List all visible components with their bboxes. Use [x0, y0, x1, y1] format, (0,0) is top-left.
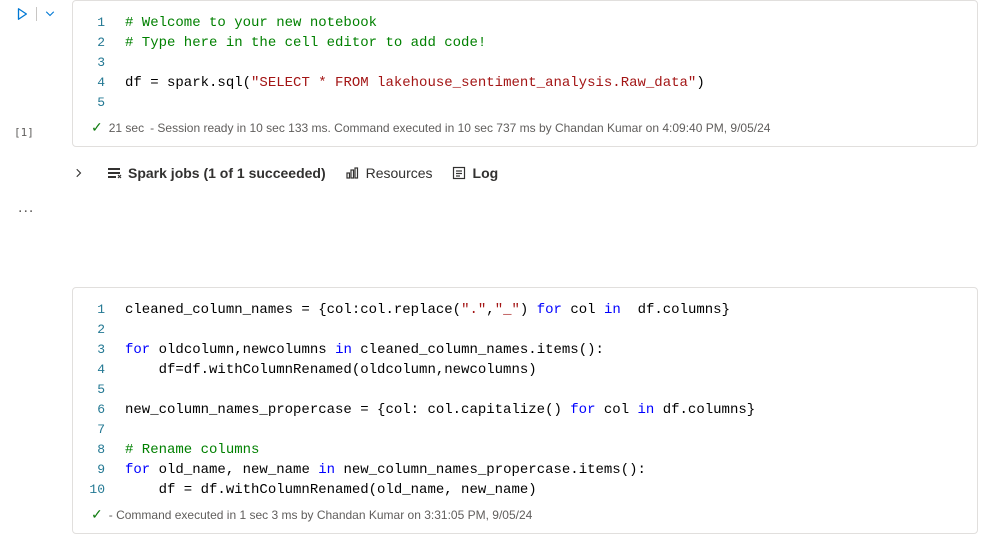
cell-1-status: ✓ 21 sec - Session ready in 10 sec 133 m… — [73, 117, 977, 136]
spark-jobs-section[interactable]: Spark jobs (1 of 1 succeeded) — [106, 165, 326, 181]
cell-2-status: ✓ - Command executed in 1 sec 3 ms by Ch… — [73, 504, 977, 523]
code-line: 7 — [73, 420, 961, 440]
code-content[interactable] — [125, 53, 133, 73]
line-number: 8 — [73, 440, 125, 460]
code-content[interactable]: df=df.withColumnRenamed(oldcolumn,newcol… — [125, 360, 537, 380]
more-cells-indicator[interactable]: ... — [0, 199, 1008, 217]
code-line: 10 df = df.withColumnRenamed(old_name, n… — [73, 480, 961, 500]
code-content[interactable]: cleaned_column_names = {col:col.replace(… — [125, 300, 730, 320]
exec-count: [1] — [14, 126, 34, 139]
resources-icon — [344, 165, 360, 181]
code-content[interactable] — [125, 320, 133, 340]
line-number: 4 — [73, 360, 125, 380]
code-content[interactable]: for old_name, new_name in new_column_nam… — [125, 460, 646, 480]
code-line: 6new_column_names_propercase = {col: col… — [73, 400, 961, 420]
resources-label: Resources — [366, 165, 433, 181]
code-content[interactable]: df = spark.sql("SELECT * FROM lakehouse_… — [125, 73, 705, 93]
line-number: 4 — [73, 73, 125, 93]
line-number: 6 — [73, 400, 125, 420]
output-gutter — [0, 155, 72, 189]
code-content[interactable]: for oldcolumn,newcolumns in cleaned_colu… — [125, 340, 604, 360]
cell-1-gutter: [1] — [0, 0, 72, 147]
run-icon[interactable] — [14, 6, 30, 22]
line-number: 1 — [73, 300, 125, 320]
cell-2-wrapper: 1cleaned_column_names = {col:col.replace… — [0, 287, 1008, 534]
chevron-right-icon[interactable] — [72, 166, 86, 180]
run-controls — [14, 6, 57, 22]
code-line: 2 — [73, 320, 961, 340]
line-number: 2 — [73, 33, 125, 53]
log-section[interactable]: Log — [451, 165, 499, 181]
code-line: 5 — [73, 93, 961, 113]
status-duration: 21 sec — [109, 121, 144, 135]
code-line: 3 — [73, 53, 961, 73]
cell-1-wrapper: [1] 1# Welcome to your new notebook2# Ty… — [0, 0, 1008, 147]
spark-jobs-label: Spark jobs (1 of 1 succeeded) — [128, 165, 326, 181]
output-row: Spark jobs (1 of 1 succeeded) Resources … — [0, 155, 1008, 189]
code-editor-2[interactable]: 1cleaned_column_names = {col:col.replace… — [73, 296, 977, 504]
line-number: 1 — [73, 13, 125, 33]
line-number: 3 — [73, 53, 125, 73]
code-line: 4 df=df.withColumnRenamed(oldcolumn,newc… — [73, 360, 961, 380]
cell-2-gutter — [0, 287, 72, 534]
spark-jobs-icon — [106, 165, 122, 181]
log-icon — [451, 165, 467, 181]
code-line: 2# Type here in the cell editor to add c… — [73, 33, 961, 53]
code-line: 9for old_name, new_name in new_column_na… — [73, 460, 961, 480]
chevron-down-icon[interactable] — [43, 7, 57, 21]
output-panel: Spark jobs (1 of 1 succeeded) Resources … — [72, 155, 978, 189]
code-line: 5 — [73, 380, 961, 400]
code-content[interactable]: new_column_names_propercase = {col: col.… — [125, 400, 755, 420]
line-number: 2 — [73, 320, 125, 340]
line-number: 5 — [73, 93, 125, 113]
code-content[interactable]: # Rename columns — [125, 440, 259, 460]
code-content[interactable]: df = df.withColumnRenamed(old_name, new_… — [125, 480, 537, 500]
line-number: 7 — [73, 420, 125, 440]
code-line: 8# Rename columns — [73, 440, 961, 460]
log-label: Log — [473, 165, 499, 181]
code-content[interactable] — [125, 380, 133, 400]
status-text: - Session ready in 10 sec 133 ms. Comman… — [150, 121, 770, 135]
line-number: 5 — [73, 380, 125, 400]
run-divider — [36, 7, 37, 21]
resources-section[interactable]: Resources — [344, 165, 433, 181]
notebook: [1] 1# Welcome to your new notebook2# Ty… — [0, 0, 1008, 534]
code-line: 3for oldcolumn,newcolumns in cleaned_col… — [73, 340, 961, 360]
code-content[interactable]: # Welcome to your new notebook — [125, 13, 377, 33]
code-line: 4df = spark.sql("SELECT * FROM lakehouse… — [73, 73, 961, 93]
code-content[interactable] — [125, 420, 133, 440]
code-content[interactable] — [125, 93, 133, 113]
code-editor-1[interactable]: 1# Welcome to your new notebook2# Type h… — [73, 9, 977, 117]
line-number: 3 — [73, 340, 125, 360]
status-text: - Command executed in 1 sec 3 ms by Chan… — [109, 508, 533, 522]
output-bar: Spark jobs (1 of 1 succeeded) Resources … — [72, 155, 978, 189]
spacer — [0, 247, 1008, 287]
cell-1[interactable]: 1# Welcome to your new notebook2# Type h… — [72, 0, 978, 147]
line-number: 10 — [73, 480, 125, 500]
check-icon: ✓ — [91, 119, 103, 136]
code-line: 1# Welcome to your new notebook — [73, 13, 961, 33]
check-icon: ✓ — [91, 506, 103, 523]
line-number: 9 — [73, 460, 125, 480]
code-content[interactable]: # Type here in the cell editor to add co… — [125, 33, 486, 53]
code-line: 1cleaned_column_names = {col:col.replace… — [73, 300, 961, 320]
cell-2[interactable]: 1cleaned_column_names = {col:col.replace… — [72, 287, 978, 534]
